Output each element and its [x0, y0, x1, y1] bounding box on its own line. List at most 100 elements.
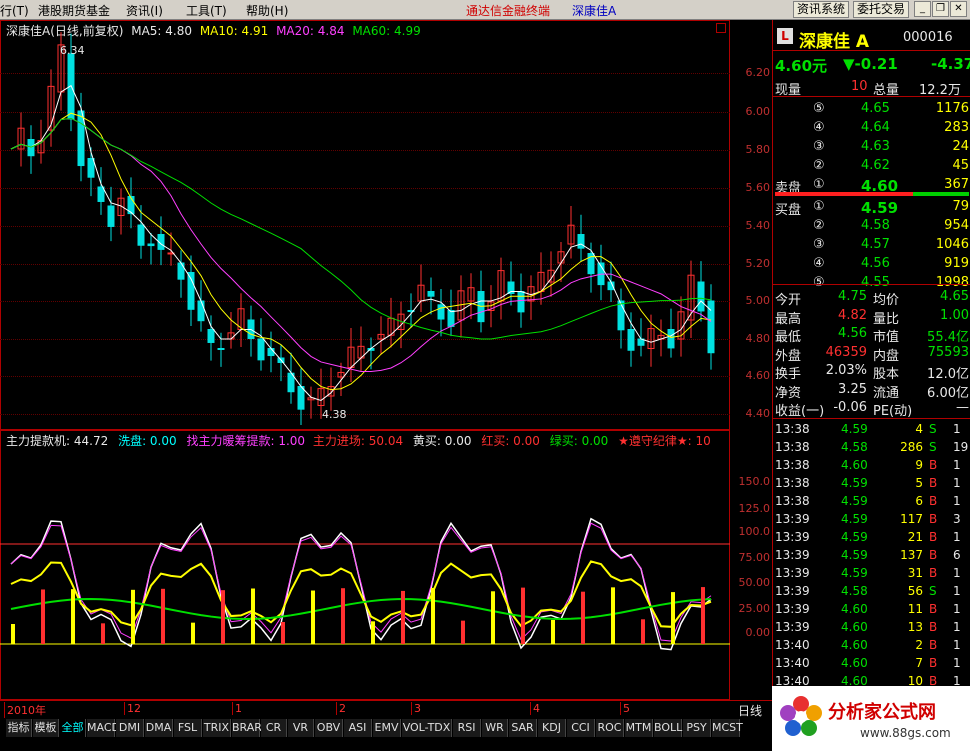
tick-row[interactable]: 13:39 4.59 137 B 6 [773, 547, 970, 565]
menu-item-hk-futures[interactable]: 港股期货基金 [38, 2, 110, 19]
buy-level: ① [813, 199, 825, 214]
tick-row[interactable]: 13:38 4.58 286 S 19 [773, 439, 970, 457]
tab-24[interactable]: MCST [712, 719, 743, 737]
tick-row[interactable]: 13:38 4.60 9 B 1 [773, 457, 970, 475]
tab-0[interactable]: 指标 [6, 719, 32, 737]
stat-value: 6.00亿 [927, 385, 969, 401]
info-system-button[interactable]: 资讯系统 [793, 1, 850, 18]
tick-row[interactable]: 13:39 4.59 117 B 3 [773, 511, 970, 529]
tick-row[interactable]: 13:39 4.59 31 B 1 [773, 565, 970, 583]
tab-15[interactable]: RSI [453, 719, 481, 737]
menu-item-tools[interactable]: 工具(T) [186, 2, 227, 19]
tick-count: 1 [953, 620, 961, 634]
tick-row[interactable]: 13:40 4.60 7 B 1 [773, 655, 970, 673]
date-axis-label: 5 [620, 702, 630, 715]
tab-9[interactable]: CR [261, 719, 287, 737]
tick-volume: 7 [915, 656, 923, 670]
tick-row[interactable]: 13:38 4.59 4 S 1 [773, 421, 970, 439]
stat-label: 净资 [775, 385, 802, 401]
stats-row: 换手 2.03% 股本 12.0亿 [773, 362, 970, 382]
stat-label: 内盘 [873, 348, 900, 364]
indicator-bar [551, 619, 555, 644]
tab-6[interactable]: FSL [174, 719, 202, 737]
tick-side: B [929, 638, 938, 652]
tab-8[interactable]: BRAR [232, 719, 262, 737]
sell-price: 4.65 [861, 101, 890, 116]
tab-5[interactable]: DMA [145, 719, 173, 737]
tab-23[interactable]: PSY [683, 719, 711, 737]
tab-13[interactable]: EMV [373, 719, 401, 737]
tab-20[interactable]: ROC [596, 719, 624, 737]
tab-18[interactable]: KDJ [538, 719, 566, 737]
stats-row: 外盘 46359 内盘 75593 [773, 344, 970, 364]
tick-side: B [929, 458, 938, 472]
tab-21[interactable]: MTM [625, 719, 653, 737]
tick-side: B [929, 530, 938, 544]
tab-7[interactable]: TRIX [203, 719, 231, 737]
candle-body [617, 300, 625, 331]
tick-count: 6 [953, 548, 961, 562]
tab-12[interactable]: ASI [344, 719, 372, 737]
buy-level-row: 买盘 ① 4.59 79 [773, 198, 970, 218]
tick-row[interactable]: 13:40 4.60 2 B 1 [773, 637, 970, 655]
candle-body [107, 205, 115, 227]
tick-count: 1 [953, 584, 961, 598]
tick-row[interactable]: 13:39 4.60 13 B 1 [773, 619, 970, 637]
tab-16[interactable]: WR [482, 719, 508, 737]
tick-volume: 2 [915, 638, 923, 652]
price-axis-tick: 4.60 [745, 369, 771, 382]
menu-item-trade[interactable]: 行(T) [0, 2, 29, 19]
tab-14[interactable]: VOL-TDX [402, 719, 452, 737]
sell-level: ② [813, 158, 825, 173]
tab-17[interactable]: SAR [509, 719, 537, 737]
sell-price: 4.62 [861, 158, 890, 173]
tick-count: 1 [953, 422, 961, 436]
tab-19[interactable]: CCI [567, 719, 595, 737]
tick-row[interactable]: 13:39 4.58 56 S 1 [773, 583, 970, 601]
sell-volume: 1176 [935, 101, 969, 116]
tab-2[interactable]: 全部 [60, 719, 86, 737]
tick-time: 13:39 [775, 584, 810, 598]
tick-volume: 5 [915, 476, 923, 490]
tab-4[interactable]: DMI [116, 719, 144, 737]
price-chart[interactable] [0, 20, 730, 430]
stat-value: 1.00 [940, 307, 969, 323]
menu-item-help[interactable]: 帮助(H) [246, 2, 288, 19]
sell-volume: 283 [944, 120, 969, 135]
tab-22[interactable]: BOLL [654, 719, 682, 737]
tab-3[interactable]: MACD [87, 719, 120, 737]
stat-label: 外盘 [775, 348, 802, 364]
tick-volume: 11 [907, 602, 923, 616]
ma60-line [10, 117, 712, 340]
minimize-icon[interactable]: _ [914, 1, 931, 17]
indicator-bar [611, 587, 615, 644]
tick-side: B [929, 548, 938, 562]
close-icon[interactable]: ✕ [950, 1, 967, 17]
indicator-bar [521, 587, 525, 644]
window-stock-title: 深康佳A [572, 4, 617, 18]
tab-10[interactable]: VR [288, 719, 314, 737]
period-label[interactable]: 日线 [738, 702, 762, 719]
tick-row[interactable]: 13:39 4.60 11 B 1 [773, 601, 970, 619]
tick-side: B [929, 566, 938, 580]
buy-level: ③ [813, 237, 825, 252]
date-axis-label: 3 [411, 702, 421, 715]
indicator-chart[interactable] [0, 430, 730, 700]
indicator-bar [131, 589, 135, 644]
stat-value: — [956, 400, 969, 415]
tick-row[interactable]: 13:38 4.59 5 B 1 [773, 475, 970, 493]
stat-value: 2.03% [825, 363, 867, 378]
tick-row[interactable]: 13:38 4.59 6 B 1 [773, 493, 970, 511]
stats-row: 最低 4.56 市值 55.4亿 [773, 325, 970, 345]
tab-11[interactable]: OBV [315, 719, 343, 737]
stat-label: 换手 [775, 367, 802, 382]
candle-body [217, 348, 225, 350]
stats-row: 净资 3.25 流通 6.00亿 [773, 381, 970, 401]
tick-row[interactable]: 13:39 4.59 21 B 1 [773, 529, 970, 547]
chart-area[interactable]: 深康佳A(日线,前复权) MA5: 4.80 MA10: 4.91 MA20: … [0, 20, 772, 718]
tab-1[interactable]: 模板 [33, 719, 59, 737]
restore-icon[interactable]: ❐ [932, 1, 949, 17]
trade-button[interactable]: 委托交易 [853, 1, 910, 18]
menu-item-info[interactable]: 资讯(I) [126, 2, 163, 19]
buy-volume: 954 [944, 218, 969, 233]
